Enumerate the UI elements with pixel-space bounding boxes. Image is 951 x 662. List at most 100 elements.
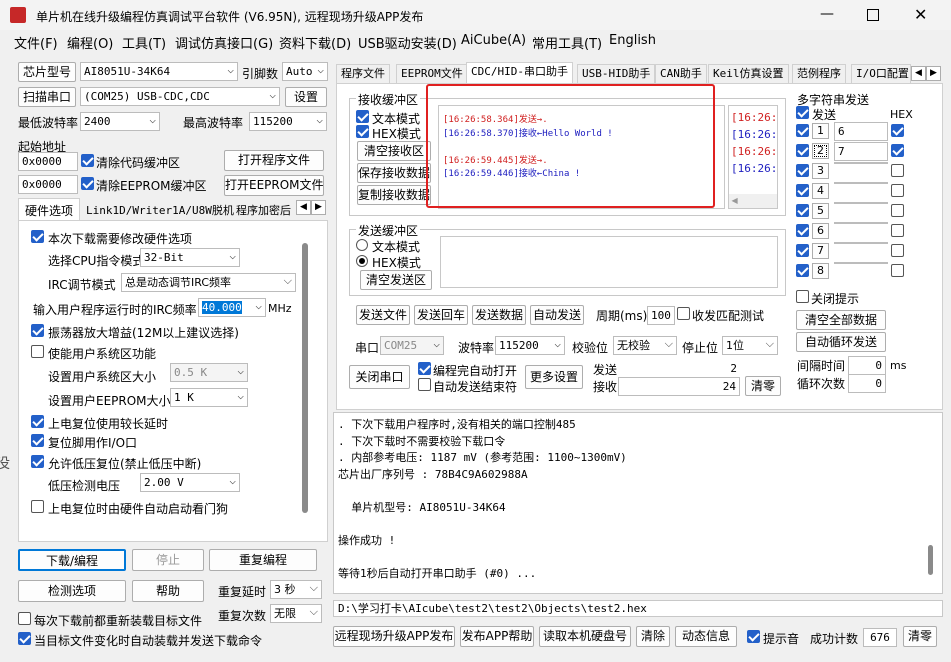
multi-row-send-button[interactable]: 4 [812, 183, 829, 199]
menu-file[interactable]: 文件(F) [14, 33, 58, 52]
eeprom-address-input[interactable]: 0x0000 [18, 175, 78, 194]
recv-text-mode-checkbox[interactable] [356, 110, 369, 123]
multi-row-input[interactable] [834, 162, 888, 164]
multi-row-hex-checkbox[interactable] [891, 164, 904, 177]
clear-count-button[interactable]: 清零 [745, 376, 781, 396]
open-program-file-button[interactable]: 打开程序文件 [224, 150, 324, 171]
multi-row-checkbox[interactable] [796, 244, 809, 257]
tab-serial-assistant[interactable]: CDC/HID-串口助手 [466, 62, 573, 83]
right-tab-scroll-left-icon[interactable]: ◀ [911, 66, 926, 81]
match-test-checkbox[interactable] [677, 307, 690, 320]
send-return-button[interactable]: 发送回车 [414, 305, 468, 325]
publish-help-button[interactable]: 发布APP帮助 [460, 626, 534, 647]
auto-end-checkbox[interactable] [418, 378, 431, 391]
watchdog-checkbox[interactable] [31, 500, 44, 513]
menu-debug[interactable]: 调试仿真接口(G) [175, 33, 273, 52]
stop-button[interactable]: 停止 [132, 549, 204, 571]
multi-row-hex-checkbox[interactable] [891, 244, 904, 257]
cpu-mode-select[interactable]: 32-Bit [140, 248, 240, 267]
minimize-icon[interactable]: — [820, 6, 834, 22]
maximize-icon[interactable] [867, 9, 879, 21]
interval-input[interactable]: 0 [848, 356, 886, 375]
port-select[interactable]: (COM25) USB-CDC,CDC [80, 87, 280, 106]
menu-aicube[interactable]: AiCube(A) [461, 33, 526, 48]
auto-open-checkbox[interactable] [418, 362, 431, 375]
port-select-right[interactable]: COM25 [380, 336, 444, 355]
lv-detect-select[interactable]: 2.00 V [140, 473, 240, 492]
auto-send-button[interactable]: 自动发送 [530, 305, 584, 325]
close-port-button[interactable]: 关闭串口 [349, 365, 410, 389]
multi-row-send-button[interactable]: 1 [812, 123, 829, 139]
long-reset-delay-checkbox[interactable] [31, 415, 44, 428]
settings-button[interactable]: 设置 [285, 87, 327, 107]
close-tip-checkbox[interactable] [796, 290, 809, 303]
tab-usb-hid[interactable]: USB-HID助手 [577, 64, 656, 83]
tab-hardware-options[interactable]: 硬件选项 [18, 198, 81, 220]
irc-freq-select[interactable]: 40.000 [198, 298, 266, 317]
detect-options-button[interactable]: 检测选项 [18, 580, 126, 602]
multi-row-send-button[interactable]: 8 [812, 263, 829, 279]
clear-eeprom-checkbox[interactable] [81, 177, 94, 190]
menu-download[interactable]: 资料下载(D) [279, 33, 351, 52]
modify-hw-options-checkbox[interactable] [31, 230, 44, 243]
right-tab-scroll-right-icon[interactable]: ▶ [926, 66, 941, 81]
auto-loop-send-button[interactable]: 自动循环发送 [796, 332, 886, 352]
receive-side-pane[interactable]: ◀ [16:26:5 [16:26:5 [16:26:5 [16:26:5 [728, 105, 778, 209]
min-baud-select[interactable]: 2400 [80, 112, 160, 131]
multi-row-input[interactable]: 7 [834, 142, 888, 161]
send-text-mode-radio[interactable] [356, 239, 368, 251]
repeat-delay-select[interactable]: 3 秒 [270, 580, 322, 599]
pin-count-select[interactable]: Auto [282, 62, 328, 81]
tab-program-file[interactable]: 程序文件 [336, 64, 390, 83]
menu-english[interactable]: English [609, 33, 656, 48]
publish-app-button[interactable]: 远程现场升级APP发布 [333, 626, 455, 647]
tab-encryption[interactable]: 程序加密后 [234, 200, 296, 220]
clear-send-button[interactable]: 清空发送区 [360, 270, 432, 290]
repeat-times-select[interactable]: 无限 [270, 604, 322, 623]
help-button[interactable]: 帮助 [132, 580, 204, 602]
multi-row-send-button[interactable]: 2 [812, 143, 829, 159]
multi-row-input[interactable] [834, 182, 888, 184]
options-scrollbar[interactable] [302, 243, 308, 513]
loop-count-input[interactable]: 0 [848, 374, 886, 393]
tab-scroll-right-icon[interactable]: ▶ [311, 200, 326, 215]
low-voltage-reset-checkbox[interactable] [31, 455, 44, 468]
multi-row-input[interactable]: 6 [834, 122, 888, 141]
tab-can[interactable]: CAN助手 [655, 64, 707, 83]
multi-row-input[interactable] [834, 202, 888, 204]
menu-program[interactable]: 编程(O) [67, 33, 113, 52]
beep-checkbox[interactable] [747, 630, 760, 643]
read-disk-id-button[interactable]: 读取本机硬盘号 [539, 626, 631, 647]
dynamic-info-button[interactable]: 动态信息 [675, 626, 737, 647]
multi-row-hex-checkbox[interactable] [891, 264, 904, 277]
send-textarea[interactable] [440, 236, 778, 288]
tab-eeprom-file[interactable]: EEPROM文件 [396, 64, 468, 83]
multi-row-send-button[interactable]: 6 [812, 223, 829, 239]
multi-row-checkbox[interactable] [796, 184, 809, 197]
reload-target-checkbox[interactable] [18, 612, 31, 625]
chip-model-select[interactable]: AI8051U-34K64 [80, 62, 238, 81]
code-address-input[interactable]: 0x0000 [18, 152, 78, 171]
more-settings-button[interactable]: 更多设置 [525, 365, 583, 389]
repeat-program-button[interactable]: 重复编程 [209, 549, 317, 571]
clear-recv-button[interactable]: 清空接收区 [357, 141, 431, 161]
chip-model-button[interactable]: 芯片型号 [18, 62, 76, 82]
user-sys-area-checkbox[interactable] [31, 345, 44, 358]
multi-row-checkbox[interactable] [796, 264, 809, 277]
tab-examples[interactable]: 范例程序 [792, 64, 846, 83]
multi-row-send-button[interactable]: 3 [812, 163, 829, 179]
multi-send-checkbox[interactable] [796, 106, 809, 119]
clear-all-data-button[interactable]: 清空全部数据 [796, 310, 886, 330]
menu-common-tools[interactable]: 常用工具(T) [532, 33, 602, 52]
open-eeprom-file-button[interactable]: 打开EEPROM文件 [224, 175, 324, 196]
menu-tools[interactable]: 工具(T) [122, 33, 166, 52]
save-recv-button[interactable]: 保存接收数据 [357, 163, 431, 183]
menu-usb-driver[interactable]: USB驱动安装(D) [358, 33, 457, 52]
multi-row-checkbox[interactable] [796, 144, 809, 157]
multi-row-send-button[interactable]: 5 [812, 203, 829, 219]
max-baud-select[interactable]: 115200 [249, 112, 327, 131]
sys-size-select[interactable]: 0.5 K [170, 363, 248, 382]
baud-select[interactable]: 115200 [495, 336, 565, 355]
tab-scroll-left-icon[interactable]: ◀ [296, 200, 311, 215]
log-scrollbar[interactable] [928, 545, 933, 575]
